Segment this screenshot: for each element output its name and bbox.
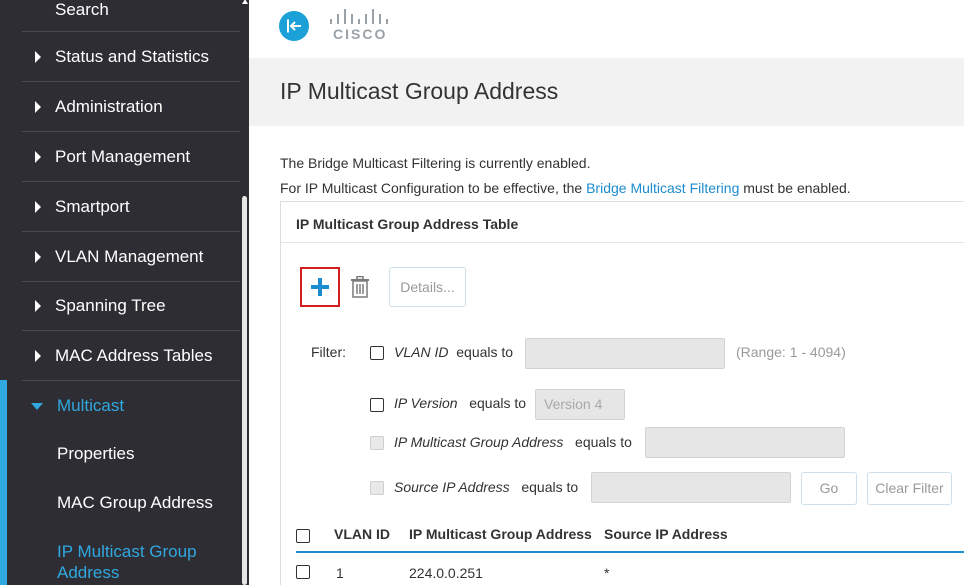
row-checkbox[interactable] (296, 565, 310, 579)
filter-label: Filter: (311, 344, 346, 360)
ip-version-filter-label: IP Version equals to (394, 395, 526, 411)
info-suffix: must be enabled. (739, 180, 851, 196)
equals-to-label: equals to (469, 395, 527, 411)
ip-version-label: IP Version (394, 395, 458, 411)
equals-to-label: equals to (521, 479, 579, 495)
scroll-up-arrow-icon[interactable] (241, 0, 248, 6)
sidebar-item-label: Search (55, 0, 109, 19)
info-text-config: For IP Multicast Configuration to be eff… (280, 180, 851, 196)
sidebar-item-label: Administration (55, 96, 163, 116)
source-ip-filter-label: Source IP Address equals to (394, 479, 578, 495)
sidebar-subitem-properties[interactable]: Properties (57, 444, 134, 464)
sidebar-item-label: Smartport (55, 196, 130, 216)
cell-group-address: 224.0.0.251 (409, 565, 483, 581)
column-header-source-ip[interactable]: Source IP Address (604, 526, 728, 542)
caret-right-icon (35, 100, 41, 113)
vlan-id-filter-label: VLAN ID equals to (394, 344, 513, 360)
caret-right-icon (35, 349, 41, 362)
source-ip-label: Source IP Address (394, 479, 510, 495)
table-header: VLAN ID IP Multicast Group Address Sourc… (296, 520, 964, 553)
page-title-band: IP Multicast Group Address (249, 58, 964, 126)
sidebar: Search Status and Statistics Administrat… (0, 0, 249, 585)
clear-filter-button[interactable]: Clear Filter (867, 472, 952, 505)
cisco-logo: CISCO (329, 8, 393, 44)
source-ip-filter-checkbox[interactable] (370, 481, 384, 495)
column-header-group-address[interactable]: IP Multicast Group Address (409, 526, 592, 542)
page-title: IP Multicast Group Address (280, 78, 559, 104)
info-text: The Bridge Multicast Filtering is curren… (280, 155, 591, 171)
details-button[interactable]: Details... (389, 267, 466, 307)
caret-right-icon (35, 299, 41, 312)
group-address-label: IP Multicast Group Address (394, 434, 564, 450)
vlan-id-filter-checkbox[interactable] (370, 346, 384, 360)
group-address-filter-input[interactable] (645, 427, 845, 458)
sidebar-item-label: Status and Statistics (55, 46, 210, 66)
vlan-id-filter-input[interactable] (525, 338, 725, 369)
sidebar-item-spanning-tree[interactable]: Spanning Tree (22, 281, 240, 331)
sidebar-item-mac-address-tables[interactable]: MAC Address Tables (22, 331, 240, 381)
group-address-table-panel: IP Multicast Group Address Table Details… (280, 201, 964, 585)
sidebar-item-label: VLAN Management (55, 246, 204, 266)
top-header: CISCO (249, 0, 964, 58)
sidebar-item-label: Port Management (55, 146, 191, 166)
caret-right-icon (35, 150, 41, 163)
ip-version-select[interactable]: Version 4 (535, 389, 625, 420)
equals-to-label: equals to (456, 344, 514, 360)
sidebar-item-search[interactable]: Search (22, 0, 240, 32)
caret-right-icon (35, 50, 41, 63)
sidebar-item-label: Multicast (57, 396, 125, 415)
table-row[interactable]: 1 224.0.0.251 * (296, 557, 964, 585)
go-button[interactable]: Go (801, 472, 857, 505)
divider (281, 242, 964, 243)
caret-right-icon (35, 250, 41, 263)
main-content: The Bridge Multicast Filtering is curren… (249, 126, 964, 585)
cisco-bars-icon (329, 8, 393, 24)
sidebar-scroll-thumb[interactable] (242, 196, 247, 585)
sidebar-item-smartport[interactable]: Smartport (22, 182, 240, 232)
info-prefix: For IP Multicast Configuration to be eff… (280, 180, 587, 196)
equals-to-label: equals to (575, 434, 632, 450)
sidebar-item-vlan-management[interactable]: VLAN Management (22, 232, 240, 282)
sidebar-item-label: MAC Address Tables (55, 345, 213, 365)
sidebar-item-administration[interactable]: Administration (22, 82, 240, 132)
cell-source-ip: * (604, 565, 610, 581)
sidebar-item-port-management[interactable]: Port Management (22, 132, 240, 182)
column-header-vlan-id[interactable]: VLAN ID (334, 526, 390, 542)
brand-text: CISCO (333, 26, 388, 42)
sidebar-item-status-and-statistics[interactable]: Status and Statistics (22, 32, 240, 82)
plus-icon[interactable] (300, 267, 340, 307)
active-section-indicator (0, 380, 7, 585)
vlan-range-hint: (Range: 1 - 4094) (736, 344, 846, 360)
sidebar-subitem-mac-group-address[interactable]: MAC Group Address (57, 493, 213, 513)
bridge-multicast-filtering-link[interactable]: Bridge Multicast Filtering (586, 180, 739, 196)
ip-version-filter-checkbox[interactable] (370, 398, 384, 412)
table-title: IP Multicast Group Address Table (296, 216, 519, 232)
select-all-checkbox[interactable] (296, 529, 310, 543)
sidebar-item-multicast[interactable]: Multicast (22, 381, 240, 431)
caret-down-icon (31, 403, 43, 410)
sidebar-subitem-ip-multicast-group-address[interactable]: IP Multicast Group Address (57, 541, 207, 583)
sidebar-item-label: Spanning Tree (55, 295, 166, 315)
caret-right-icon (35, 200, 41, 213)
trash-icon[interactable] (350, 275, 370, 298)
group-address-filter-checkbox[interactable] (370, 436, 384, 450)
collapse-arrow-icon[interactable] (279, 11, 309, 41)
source-ip-filter-input[interactable] (591, 472, 791, 503)
cell-vlan-id: 1 (336, 565, 344, 581)
group-address-filter-label: IP Multicast Group Address equals to (394, 434, 632, 450)
vlan-id-label: VLAN ID (394, 344, 449, 360)
